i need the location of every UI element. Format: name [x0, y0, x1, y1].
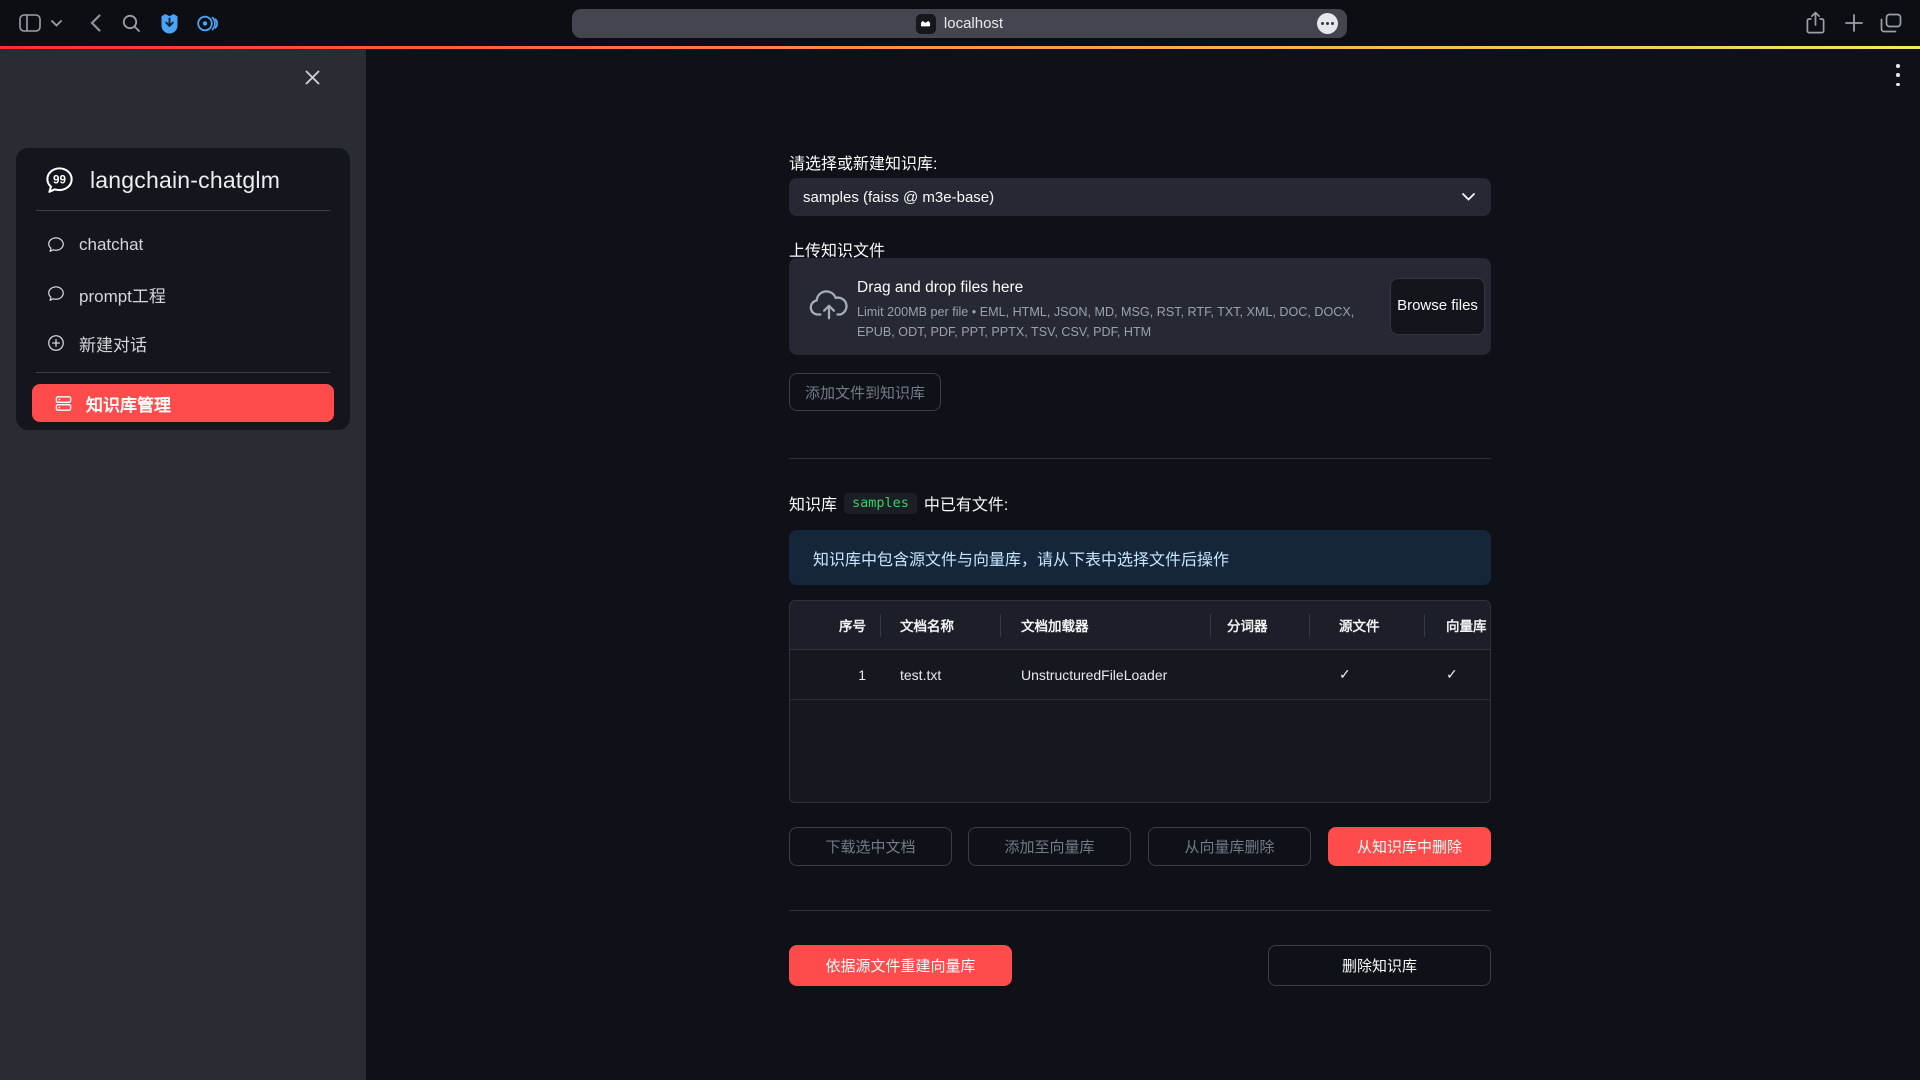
share-icon[interactable]: [1803, 0, 1827, 46]
table-row: 1 test.txt UnstructuredFileLoader ✓ ✓: [790, 650, 1490, 700]
extension-badge-icon[interactable]: [157, 0, 181, 46]
sidebar: 99 langchain-chatglm chatchat prompt工程 新…: [0, 49, 366, 1080]
divider: [36, 210, 330, 211]
chat-bubble-icon: [46, 235, 66, 255]
col-header-splitter[interactable]: 分词器: [1210, 601, 1309, 649]
sidebar-toggle-icon[interactable]: [16, 0, 44, 46]
chat-quote-icon: 99: [44, 165, 75, 196]
close-icon[interactable]: [299, 64, 325, 90]
sidebar-item-label: chatchat: [79, 235, 143, 255]
extension-broadcast-icon[interactable]: [194, 0, 220, 46]
add-files-button[interactable]: 添加文件到知识库: [789, 373, 941, 411]
delete-kb-action-button[interactable]: 删除知识库: [1268, 945, 1491, 986]
sidebar-item-kb-management[interactable]: 知识库管理: [32, 384, 334, 422]
table-header: 序号 文档名称 文档加载器 分词器 源文件 向量库: [790, 601, 1490, 650]
browser-toolbar: localhost: [0, 0, 1920, 46]
cell-index[interactable]: 1: [790, 650, 880, 699]
app-title-row: 99 langchain-chatglm: [44, 165, 280, 196]
kb-select[interactable]: samples (faiss @ m3e-base): [789, 178, 1491, 216]
kb-files-suffix: 中已有文件:: [924, 491, 1008, 515]
kb-files-line: 知识库 samples 中已有文件:: [789, 491, 1008, 515]
plus-circle-icon: [46, 333, 66, 353]
kb-files-prefix: 知识库: [789, 491, 837, 515]
back-icon[interactable]: [85, 0, 105, 46]
cell-vector-check[interactable]: ✓: [1424, 650, 1490, 699]
file-dropzone[interactable]: Drag and drop files here Limit 200MB per…: [789, 258, 1491, 355]
new-tab-icon[interactable]: [1843, 0, 1865, 46]
sidebar-item-label: prompt工程: [79, 282, 166, 307]
add-to-vector-store-button[interactable]: 添加至向量库: [968, 827, 1131, 866]
site-favicon: [916, 14, 936, 34]
nav-card: 99 langchain-chatglm chatchat prompt工程 新…: [16, 148, 350, 430]
kb-select-label: 请选择或新建知识库:: [789, 150, 937, 174]
delete-from-kb-button[interactable]: 从知识库中删除: [1328, 827, 1491, 866]
kebab-menu-icon[interactable]: [1890, 64, 1906, 86]
chat-bubble-icon: [46, 284, 66, 304]
svg-text:99: 99: [53, 173, 66, 186]
tab-overview-icon[interactable]: [1878, 0, 1904, 46]
divider: [789, 910, 1491, 911]
kb-files-table: 序号 文档名称 文档加载器 分词器 源文件 向量库 1 test.txt Uns…: [789, 600, 1491, 803]
cell-loader[interactable]: UnstructuredFileLoader: [1000, 650, 1210, 699]
cell-splitter[interactable]: [1210, 650, 1309, 699]
cell-source-check[interactable]: ✓: [1309, 650, 1424, 699]
dropzone-hint: Limit 200MB per file • EML, HTML, JSON, …: [857, 303, 1392, 342]
hdd-stack-icon: [54, 394, 73, 413]
kb-name-code: samples: [844, 493, 917, 514]
toolbar-chevron-down-icon[interactable]: [49, 0, 63, 46]
cell-name[interactable]: test.txt: [880, 650, 1000, 699]
divider: [789, 458, 1491, 459]
col-header-vector[interactable]: 向量库: [1424, 601, 1490, 649]
sidebar-item-label: 新建对话: [79, 331, 147, 356]
cloud-upload-icon: [808, 287, 850, 323]
address-text: localhost: [944, 15, 1003, 32]
info-banner: 知识库中包含源文件与向量库，请从下表中选择文件后操作: [789, 530, 1491, 585]
sidebar-item-chatchat[interactable]: chatchat: [46, 230, 143, 260]
col-header-name[interactable]: 文档名称: [880, 601, 1000, 649]
chevron-down-icon: [1462, 193, 1475, 201]
kb-select-value: samples (faiss @ m3e-base): [803, 189, 1462, 206]
address-bar[interactable]: localhost: [572, 9, 1347, 38]
sidebar-item-new-dialog[interactable]: 新建对话: [46, 328, 147, 358]
col-header-index[interactable]: 序号: [790, 601, 880, 649]
dropzone-title: Drag and drop files here: [857, 279, 1023, 297]
sidebar-item-label: 知识库管理: [86, 391, 171, 416]
download-selected-button[interactable]: 下载选中文档: [789, 827, 952, 866]
app-title: langchain-chatglm: [90, 167, 280, 194]
sidebar-item-prompt[interactable]: prompt工程: [46, 279, 166, 309]
delete-from-vector-store-button[interactable]: 从向量库删除: [1148, 827, 1311, 866]
col-header-loader[interactable]: 文档加载器: [1000, 601, 1210, 649]
url-more-icon[interactable]: [1317, 13, 1338, 34]
search-icon[interactable]: [120, 0, 142, 46]
rebuild-vector-store-button[interactable]: 依据源文件重建向量库: [789, 945, 1012, 986]
col-header-source[interactable]: 源文件: [1309, 601, 1424, 649]
browse-files-button[interactable]: Browse files: [1390, 278, 1485, 335]
divider: [36, 372, 330, 373]
